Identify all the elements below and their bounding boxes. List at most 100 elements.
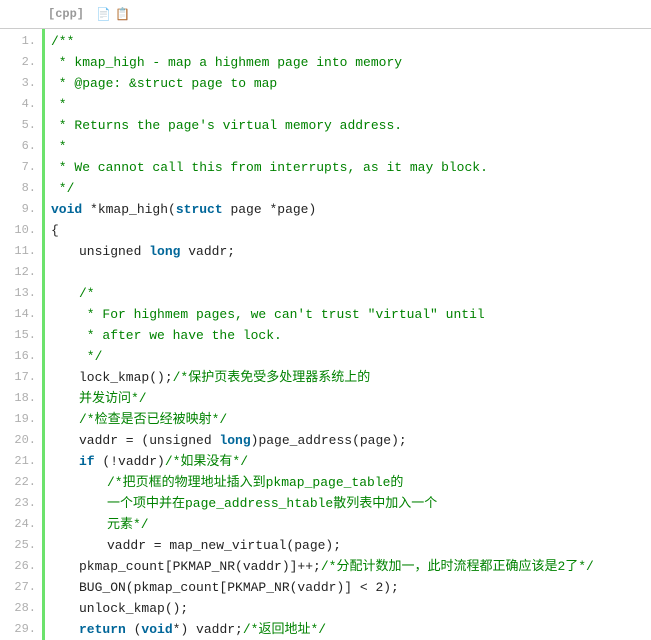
view-source-icon[interactable]: 📄 <box>96 7 111 22</box>
code-block: [cpp] 📄 📋 1.2.3.4.5.6.7.8.9.10.11.12.13.… <box>0 0 651 640</box>
code-line: * kmap_high - map a highmem page into me… <box>51 52 651 73</box>
token: struct <box>176 202 223 217</box>
code-line: */ <box>51 346 651 367</box>
line-number: 5. <box>0 115 36 136</box>
token: )page_address(page); <box>251 433 407 448</box>
token: (!vaddr) <box>95 454 165 469</box>
code-line: /*检查是否已经被映射*/ <box>51 409 651 430</box>
line-number: 15. <box>0 325 36 346</box>
line-number: 1. <box>0 31 36 52</box>
code-line: vaddr = map_new_virtual(page); <box>51 535 651 556</box>
line-number: 25. <box>0 535 36 556</box>
token: */ <box>51 181 74 196</box>
token: * Returns the page's virtual memory addr… <box>51 118 402 133</box>
line-number: 27. <box>0 577 36 598</box>
token: /*把页框的物理地址插入到pkmap_page_table的 <box>107 475 403 490</box>
line-number: 21. <box>0 451 36 472</box>
token: vaddr; <box>180 244 235 259</box>
line-number: 11. <box>0 241 36 262</box>
token: 一个项中并在page_address_htable散列表中加入一个 <box>107 496 437 511</box>
token: pkmap_count[PKMAP_NR(vaddr)]++; <box>79 559 321 574</box>
token: * @page: &struct page to map <box>51 76 277 91</box>
token: page *page) <box>223 202 317 217</box>
token: long <box>219 433 250 448</box>
token: /*返回地址*/ <box>243 622 326 637</box>
line-number: 9. <box>0 199 36 220</box>
token: /*检查是否已经被映射*/ <box>79 412 227 427</box>
code-line: /** <box>51 31 651 52</box>
token: long <box>149 244 180 259</box>
code-header: [cpp] 📄 📋 <box>0 0 651 29</box>
token: if <box>79 454 95 469</box>
code-line: { <box>51 220 651 241</box>
code-line: /*把页框的物理地址插入到pkmap_page_table的 <box>51 472 651 493</box>
language-tag: [cpp] <box>48 7 84 21</box>
code-line: BUG_ON(pkmap_count[PKMAP_NR(vaddr)] < 2)… <box>51 577 651 598</box>
code-line: * <box>51 94 651 115</box>
code-area: 1.2.3.4.5.6.7.8.9.10.11.12.13.14.15.16.1… <box>0 29 651 640</box>
token: return <box>79 622 126 637</box>
line-number: 8. <box>0 178 36 199</box>
token: /** <box>51 34 74 49</box>
token: ( <box>126 622 142 637</box>
token: void <box>141 622 172 637</box>
line-number: 23. <box>0 493 36 514</box>
line-number: 26. <box>0 556 36 577</box>
token: unlock_kmap(); <box>79 601 188 616</box>
code-line: 并发访问*/ <box>51 388 651 409</box>
token: 并发访问*/ <box>79 391 147 406</box>
code-line: * after we have the lock. <box>51 325 651 346</box>
line-number: 3. <box>0 73 36 94</box>
line-number: 10. <box>0 220 36 241</box>
line-number: 28. <box>0 598 36 619</box>
token: lock_kmap(); <box>79 370 173 385</box>
line-number: 24. <box>0 514 36 535</box>
token: /*如果没有*/ <box>165 454 248 469</box>
code-line: * Returns the page's virtual memory addr… <box>51 115 651 136</box>
line-number: 7. <box>0 157 36 178</box>
line-number: 16. <box>0 346 36 367</box>
code-content: /** * kmap_high - map a highmem page int… <box>42 29 651 640</box>
line-number: 20. <box>0 430 36 451</box>
token: vaddr = map_new_virtual(page); <box>107 538 341 553</box>
token: void <box>51 202 82 217</box>
code-line: void *kmap_high(struct page *page) <box>51 199 651 220</box>
code-line: /* <box>51 283 651 304</box>
token: * <box>51 97 67 112</box>
code-line: 元素*/ <box>51 514 651 535</box>
code-line <box>51 262 651 283</box>
line-number: 6. <box>0 136 36 157</box>
code-line: vaddr = (unsigned long)page_address(page… <box>51 430 651 451</box>
token: * For highmem pages, we can't trust "vir… <box>79 307 485 322</box>
code-line: */ <box>51 178 651 199</box>
token: * kmap_high - map a highmem page into me… <box>51 55 402 70</box>
code-line: * <box>51 136 651 157</box>
token: * We cannot call this from interrupts, a… <box>51 160 488 175</box>
token: { <box>51 223 59 238</box>
token: 元素*/ <box>107 517 149 532</box>
token: vaddr = (unsigned <box>79 433 219 448</box>
code-line: if (!vaddr)/*如果没有*/ <box>51 451 651 472</box>
line-number: 4. <box>0 94 36 115</box>
token: * <box>51 139 67 154</box>
line-number: 18. <box>0 388 36 409</box>
token: /* <box>79 286 95 301</box>
copy-icon[interactable]: 📋 <box>115 7 130 22</box>
code-line: * @page: &struct page to map <box>51 73 651 94</box>
line-number: 17. <box>0 367 36 388</box>
code-line: * We cannot call this from interrupts, a… <box>51 157 651 178</box>
code-line: unlock_kmap(); <box>51 598 651 619</box>
line-number: 22. <box>0 472 36 493</box>
line-number: 2. <box>0 52 36 73</box>
token: unsigned <box>79 244 149 259</box>
line-number: 14. <box>0 304 36 325</box>
token: /*分配计数加一，此时流程都正确应该是2了*/ <box>321 559 594 574</box>
token: *) vaddr; <box>173 622 243 637</box>
token: /*保护页表免受多处理器系统上的 <box>173 370 371 385</box>
line-number: 19. <box>0 409 36 430</box>
code-line: pkmap_count[PKMAP_NR(vaddr)]++;/*分配计数加一，… <box>51 556 651 577</box>
code-line: lock_kmap();/*保护页表免受多处理器系统上的 <box>51 367 651 388</box>
line-number: 13. <box>0 283 36 304</box>
token: */ <box>79 349 102 364</box>
line-number: 29. <box>0 619 36 640</box>
